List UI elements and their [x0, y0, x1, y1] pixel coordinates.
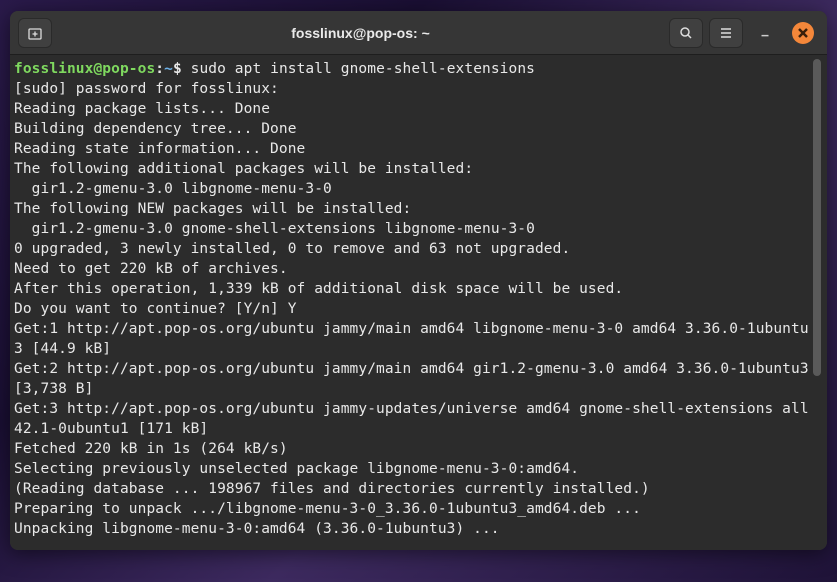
output-line: The following NEW packages will be insta… — [14, 201, 411, 217]
new-tab-icon — [27, 25, 43, 41]
output-line: Get:2 http://apt.pop-os.org/ubuntu jammy… — [14, 361, 818, 397]
output-line: After this operation, 1,339 kB of additi… — [14, 281, 623, 297]
titlebar: fosslinux@pop-os: ~ — [10, 11, 827, 55]
output-line: Need to get 220 kB of archives. — [14, 261, 288, 277]
output-line: Do you want to continue? [Y/n] Y — [14, 301, 297, 317]
scrollbar[interactable] — [811, 59, 823, 546]
prompt-user-host: fosslinux@pop-os — [14, 61, 155, 77]
search-button[interactable] — [669, 18, 703, 48]
output-line: Get:1 http://apt.pop-os.org/ubuntu jammy… — [14, 321, 809, 357]
menu-button[interactable] — [709, 18, 743, 48]
output-line: [sudo] password for fosslinux: — [14, 81, 288, 97]
output-line: (Reading database ... 198967 files and d… — [14, 481, 650, 497]
output-line: Fetched 220 kB in 1s (264 kB/s) — [14, 441, 288, 457]
output-line: 0 upgraded, 3 newly installed, 0 to remo… — [14, 241, 570, 257]
scrollbar-thumb[interactable] — [813, 59, 821, 376]
new-tab-button[interactable] — [18, 18, 52, 48]
output-line: The following additional packages will b… — [14, 161, 473, 177]
output-line: Get:3 http://apt.pop-os.org/ubuntu jammy… — [14, 401, 818, 437]
hamburger-icon — [718, 25, 734, 41]
terminal-output: fosslinux@pop-os:~$ sudo apt install gno… — [14, 59, 811, 546]
output-line: Reading package lists... Done — [14, 101, 270, 117]
prompt-dollar: $ — [173, 61, 191, 77]
output-line: Building dependency tree... Done — [14, 121, 297, 137]
output-line: Unpacking libgnome-menu-3-0:amd64 (3.36.… — [14, 521, 500, 537]
output-line: gir1.2-gmenu-3.0 libgnome-menu-3-0 — [14, 181, 332, 197]
prompt-path: ~ — [164, 61, 173, 77]
prompt-command: sudo apt install gnome-shell-extensions — [191, 61, 535, 77]
terminal-window: fosslinux@pop-os: ~ — [10, 11, 827, 550]
minimize-button[interactable] — [749, 18, 781, 48]
window-title: fosslinux@pop-os: ~ — [52, 25, 669, 41]
terminal-body[interactable]: fosslinux@pop-os:~$ sudo apt install gno… — [10, 55, 827, 550]
output-line: Selecting previously unselected package … — [14, 461, 579, 477]
prompt-separator: : — [155, 61, 164, 77]
close-icon — [798, 28, 808, 38]
output-line: Preparing to unpack .../libgnome-menu-3-… — [14, 501, 641, 517]
close-button[interactable] — [787, 18, 819, 48]
search-icon — [678, 25, 694, 41]
output-line: Reading state information... Done — [14, 141, 305, 157]
output-line: gir1.2-gmenu-3.0 gnome-shell-extensions … — [14, 221, 535, 237]
minimize-icon — [758, 26, 772, 40]
